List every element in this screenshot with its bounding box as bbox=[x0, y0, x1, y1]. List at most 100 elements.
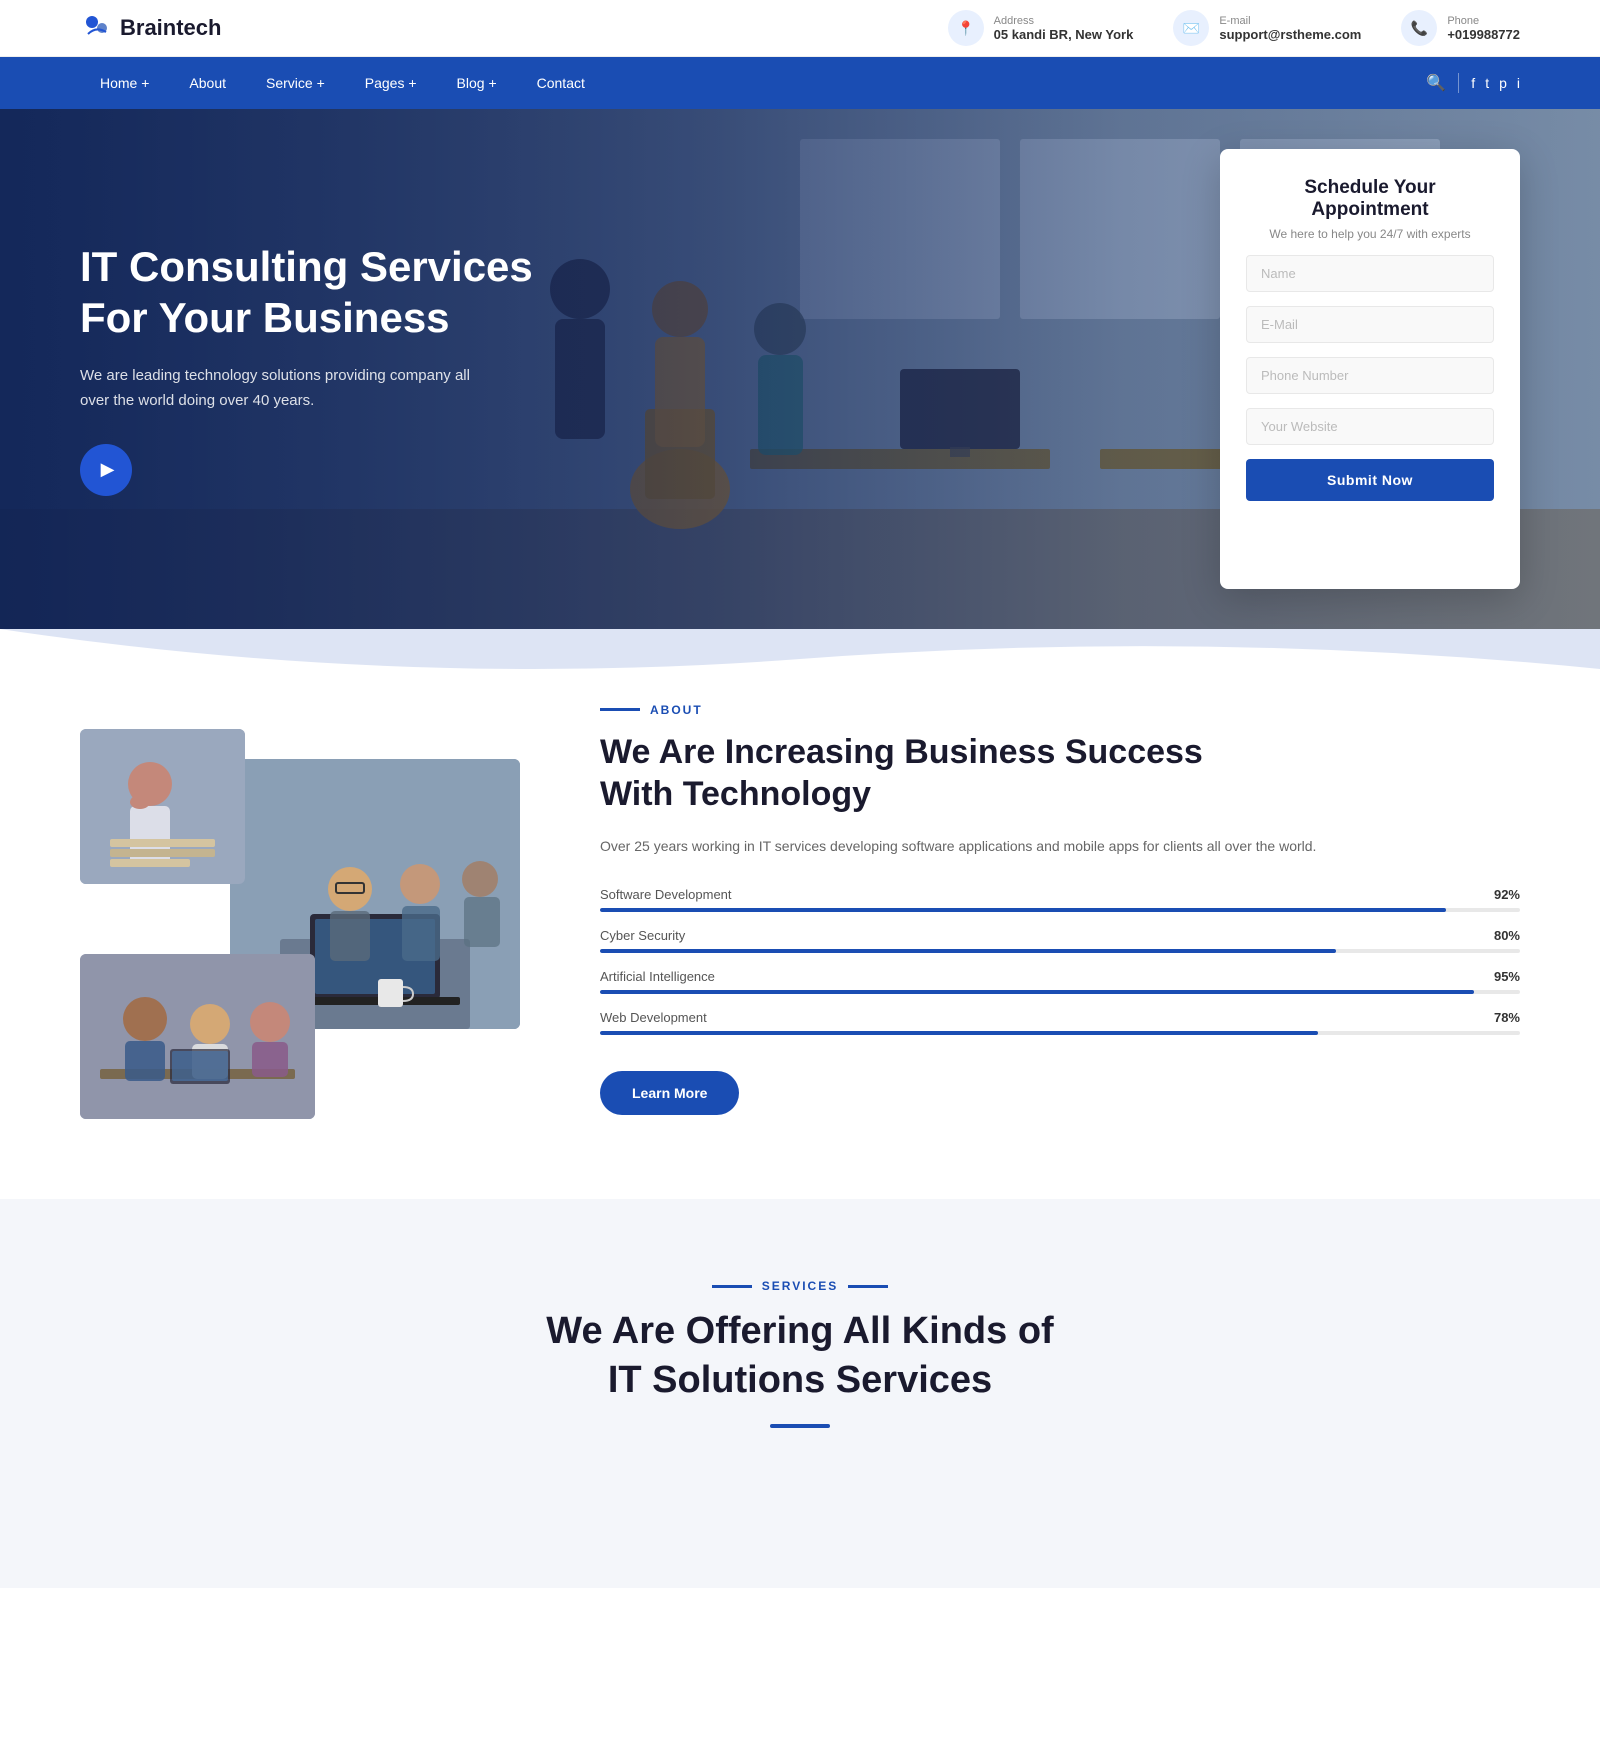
about-image-bottom-left bbox=[80, 954, 315, 1119]
skill-track-3 bbox=[600, 1031, 1520, 1035]
skill-fill-3 bbox=[600, 1031, 1318, 1035]
skill-fill-2 bbox=[600, 990, 1474, 994]
phone-value: +019988772 bbox=[1447, 27, 1520, 42]
form-website-input[interactable] bbox=[1246, 408, 1494, 445]
nav-item-blog[interactable]: Blog + bbox=[437, 57, 517, 109]
about-heading-line1: We Are Increasing Business Success bbox=[600, 733, 1203, 771]
about-label-line bbox=[600, 708, 640, 711]
nav-link-contact[interactable]: Contact bbox=[517, 57, 605, 109]
form-title: Schedule Your Appointment bbox=[1246, 177, 1494, 221]
skill-fill-0 bbox=[600, 908, 1446, 912]
learn-more-button[interactable]: Learn More bbox=[600, 1071, 739, 1115]
form-email-input[interactable] bbox=[1246, 306, 1494, 343]
hero-heading-line2: For Your Business bbox=[80, 294, 450, 341]
facebook-icon[interactable]: f bbox=[1471, 75, 1475, 91]
services-bottom-space bbox=[80, 1428, 1520, 1528]
skills-list: Software Development 92% Cyber Security … bbox=[600, 887, 1520, 1035]
skill-fill-1 bbox=[600, 949, 1336, 953]
email-contact: ✉️ E-mail support@rstheme.com bbox=[1173, 10, 1361, 46]
email-value: support@rstheme.com bbox=[1219, 27, 1361, 42]
services-heading-line1: We Are Offering All Kinds of bbox=[546, 1310, 1053, 1352]
form-phone-input[interactable] bbox=[1246, 357, 1494, 394]
services-label-line bbox=[712, 1285, 752, 1288]
about-images bbox=[80, 699, 520, 1119]
skill-label-0: Software Development bbox=[600, 887, 732, 902]
skill-label-3: Web Development bbox=[600, 1010, 707, 1025]
phone-label: Phone bbox=[1447, 15, 1520, 27]
main-nav: Home + About Service + Pages + Blog + Co… bbox=[0, 57, 1600, 109]
instagram-icon[interactable]: i bbox=[1517, 75, 1520, 91]
skill-webdev: Web Development 78% bbox=[600, 1010, 1520, 1035]
skill-label-2: Artificial Intelligence bbox=[600, 969, 715, 984]
skill-ai: Artificial Intelligence 95% bbox=[600, 969, 1520, 994]
skill-software-dev: Software Development 92% bbox=[600, 887, 1520, 912]
services-heading-line2: IT Solutions Services bbox=[608, 1359, 992, 1401]
address-value: 05 kandi BR, New York bbox=[994, 27, 1134, 42]
email-icon: ✉️ bbox=[1173, 10, 1209, 46]
twitter-icon[interactable]: t bbox=[1485, 75, 1489, 91]
form-submit-button[interactable]: Submit Now bbox=[1246, 459, 1494, 501]
form-subtitle: We here to help you 24/7 with experts bbox=[1246, 227, 1494, 241]
hero-subtext: We are leading technology solutions prov… bbox=[80, 363, 500, 414]
logo-icon bbox=[80, 12, 112, 44]
about-heading-line2: With Technology bbox=[600, 775, 871, 813]
services-heading: We Are Offering All Kinds of IT Solution… bbox=[80, 1307, 1520, 1406]
nav-divider bbox=[1458, 73, 1459, 93]
services-label-text: SERVICES bbox=[762, 1279, 838, 1293]
address-label: Address bbox=[994, 15, 1134, 27]
skill-pct-3: 78% bbox=[1494, 1010, 1520, 1025]
nav-links: Home + About Service + Pages + Blog + Co… bbox=[80, 57, 605, 109]
nav-right: 🔍 f t p i bbox=[1426, 73, 1520, 93]
play-button[interactable] bbox=[80, 444, 132, 496]
nav-item-contact[interactable]: Contact bbox=[517, 57, 605, 109]
social-icons: f t p i bbox=[1471, 75, 1520, 91]
services-label-line-right bbox=[848, 1285, 888, 1288]
top-bar: Braintech 📍 Address 05 kandi BR, New Yor… bbox=[0, 0, 1600, 57]
about-label-row: ABOUT bbox=[600, 703, 1520, 717]
nav-link-service[interactable]: Service + bbox=[246, 57, 345, 109]
about-heading: We Are Increasing Business Success With … bbox=[600, 731, 1520, 816]
logo-text: Braintech bbox=[120, 15, 221, 41]
about-image-bl-svg bbox=[80, 954, 315, 1119]
about-section: ABOUT We Are Increasing Business Success… bbox=[0, 629, 1600, 1199]
top-contact-bar: 📍 Address 05 kandi BR, New York ✉️ E-mai… bbox=[948, 10, 1520, 46]
about-content: ABOUT We Are Increasing Business Success… bbox=[600, 703, 1520, 1115]
skill-track-0 bbox=[600, 908, 1520, 912]
hero-heading: IT Consulting Services For Your Business bbox=[80, 242, 533, 343]
services-section: SERVICES We Are Offering All Kinds of IT… bbox=[0, 1199, 1600, 1588]
skill-pct-1: 80% bbox=[1494, 928, 1520, 943]
nav-item-home[interactable]: Home + bbox=[80, 57, 169, 109]
skill-label-1: Cyber Security bbox=[600, 928, 685, 943]
services-label-row: SERVICES bbox=[80, 1279, 1520, 1293]
appointment-form: Schedule Your Appointment We here to hel… bbox=[1220, 149, 1520, 589]
search-icon[interactable]: 🔍 bbox=[1426, 73, 1446, 93]
address-icon: 📍 bbox=[948, 10, 984, 46]
skill-pct-2: 95% bbox=[1494, 969, 1520, 984]
nav-link-home[interactable]: Home + bbox=[80, 57, 169, 109]
skill-track-1 bbox=[600, 949, 1520, 953]
nav-link-about[interactable]: About bbox=[169, 57, 246, 109]
skill-pct-0: 92% bbox=[1494, 887, 1520, 902]
nav-item-service[interactable]: Service + bbox=[246, 57, 345, 109]
pinterest-icon[interactable]: p bbox=[1499, 75, 1507, 91]
about-image-top-left bbox=[80, 729, 245, 884]
skill-cyber: Cyber Security 80% bbox=[600, 928, 1520, 953]
about-image-tl-svg bbox=[80, 729, 245, 884]
about-label-text: ABOUT bbox=[650, 703, 703, 717]
address-contact: 📍 Address 05 kandi BR, New York bbox=[948, 10, 1134, 46]
hero-section: IT Consulting Services For Your Business… bbox=[0, 109, 1600, 629]
form-name-input[interactable] bbox=[1246, 255, 1494, 292]
hero-content: IT Consulting Services For Your Business… bbox=[80, 242, 533, 496]
logo[interactable]: Braintech bbox=[80, 12, 221, 44]
nav-link-blog[interactable]: Blog + bbox=[437, 57, 517, 109]
wave-separator bbox=[0, 629, 1600, 689]
nav-item-pages[interactable]: Pages + bbox=[345, 57, 437, 109]
hero-heading-line1: IT Consulting Services bbox=[80, 243, 533, 290]
nav-item-about[interactable]: About bbox=[169, 57, 246, 109]
nav-link-pages[interactable]: Pages + bbox=[345, 57, 437, 109]
email-label: E-mail bbox=[1219, 15, 1361, 27]
skill-track-2 bbox=[600, 990, 1520, 994]
about-description: Over 25 years working in IT services dev… bbox=[600, 834, 1520, 859]
phone-icon: 📞 bbox=[1401, 10, 1437, 46]
phone-contact: 📞 Phone +019988772 bbox=[1401, 10, 1520, 46]
